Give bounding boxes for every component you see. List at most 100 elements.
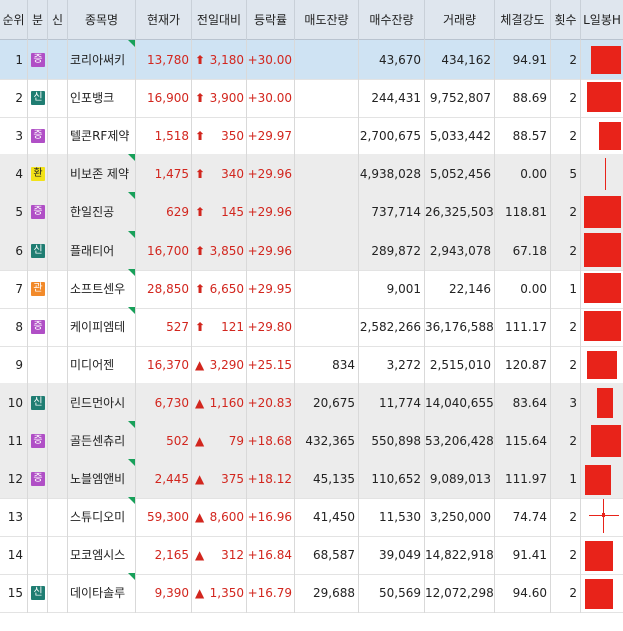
stock-name[interactable]: 텔콘RF제약 (70, 129, 129, 143)
count-cell: 1 (551, 459, 581, 500)
new-cell (48, 192, 68, 233)
candle-body (591, 46, 621, 74)
new-cell (48, 344, 68, 385)
category-cell: 신 (28, 230, 48, 271)
stock-name[interactable]: 미디어젠 (70, 358, 114, 372)
stock-name-cell[interactable]: 한일진공 (68, 192, 136, 233)
table-row[interactable]: 10 신 린드먼아시 6,730 ▲ 1,160 +20.83 20,675 11,774 14,… (0, 382, 623, 423)
table-row[interactable]: 11 증 골든센츄리 502 ▲ 79 +18.68 432,365 550,898 53,206… (0, 421, 623, 461)
table-row[interactable]: 8 증 케이피엠테 527 ⬆ 121 +29.80 2,582,266 36,176,588 1… (0, 306, 623, 347)
stock-name-cell[interactable]: 코리아써키 (68, 40, 136, 80)
header-rate[interactable]: 등락률 (247, 0, 295, 40)
header-name[interactable]: 종목명 (68, 0, 136, 40)
change-value: 121 (221, 319, 244, 334)
category-cell: 신 (28, 573, 48, 614)
stock-name[interactable]: 케이피엠테 (70, 320, 125, 334)
strength-cell: 67.18 (495, 230, 551, 271)
corner-marker-icon (128, 40, 135, 47)
bid-remaining-cell: 737,714 (359, 192, 425, 233)
stock-name[interactable]: 노블엠앤비 (70, 472, 125, 486)
table-row[interactable]: 3 증 텔콘RF제약 1,518 ⬆ 350 +29.97 2,700,675 5,033,44… (0, 116, 623, 157)
header-count[interactable]: 횟수 (551, 0, 581, 40)
stock-name[interactable]: 골든센츄리 (70, 434, 125, 448)
table-row[interactable]: 9 미디어젠 16,370 ▲ 3,290 +25.15 834 3,272 2,515,010… (0, 344, 623, 385)
stock-name-cell[interactable]: 노블엠앤비 (68, 459, 136, 500)
new-cell (48, 573, 68, 614)
new-cell (48, 421, 68, 461)
stock-name-cell[interactable]: 모코엠시스 (68, 535, 136, 576)
volume-cell: 2,943,078 (425, 230, 495, 271)
header-candle[interactable]: L일봉H (581, 0, 623, 40)
candle-body (587, 82, 621, 113)
rate-cell: +18.12 (247, 459, 295, 500)
rate-cell: +30.00 (247, 78, 295, 119)
table-row[interactable]: 6 신 플래티어 16,700 ⬆ 3,850 +29.96 289,872 2,943,078… (0, 230, 623, 271)
stock-name[interactable]: 스튜디오미 (70, 510, 125, 524)
change-cell: ⬆ 3,900 (192, 78, 247, 119)
ask-remaining-cell (295, 40, 359, 80)
upper-limit-arrow-icon: ⬆ (195, 281, 206, 296)
stock-name[interactable]: 소프트센우 (70, 282, 125, 296)
rank-cell: 6 (0, 230, 28, 271)
stock-name[interactable]: 코리아써키 (70, 53, 125, 67)
count-cell: 2 (551, 421, 581, 461)
table-row[interactable]: 4 환 비보존 제약 1,475 ⬆ 340 +29.96 4,938,028 5,052,45… (0, 154, 623, 195)
stock-name[interactable]: 한일진공 (70, 205, 114, 219)
stock-name-cell[interactable]: 미디어젠 (68, 344, 136, 385)
candle-body (584, 232, 621, 267)
header-volume[interactable]: 거래량 (425, 0, 495, 40)
table-row[interactable]: 1 증 코리아써키 13,780 ⬆ 3,180 +30.00 43,670 434,162 94… (0, 40, 623, 80)
stock-name-cell[interactable]: 골든센츄리 (68, 421, 136, 461)
stock-name-cell[interactable]: 린드먼아시 (68, 382, 136, 423)
header-price[interactable]: 현재가 (136, 0, 192, 40)
stock-name-cell[interactable]: 인포뱅크 (68, 78, 136, 119)
header-strength[interactable]: 체결강도 (495, 0, 551, 40)
ask-remaining-cell: 29,688 (295, 573, 359, 614)
stock-name[interactable]: 데이타솔루 (70, 586, 125, 600)
stock-name[interactable]: 린드먼아시 (70, 396, 125, 410)
candle-body (599, 122, 621, 151)
category-cell: 관 (28, 268, 48, 309)
header-change[interactable]: 전일대비 (192, 0, 247, 40)
category-badge: 신 (31, 586, 45, 601)
header-rank[interactable]: 순위 (0, 0, 28, 40)
table-row[interactable]: 5 증 한일진공 629 ⬆ 145 +29.96 737,714 26,325,503 118.… (0, 192, 623, 233)
header-new[interactable]: 신 (48, 0, 68, 40)
category-badge: 증 (31, 53, 45, 67)
header-ask-remaining[interactable]: 매도잔량 (295, 0, 359, 40)
stock-name[interactable]: 비보존 제약 (70, 167, 129, 181)
change-value: 340 (221, 167, 244, 182)
stock-name-cell[interactable]: 데이타솔루 (68, 573, 136, 614)
ask-remaining-cell (295, 192, 359, 233)
stock-name[interactable]: 모코엠시스 (70, 548, 125, 562)
bid-remaining-cell: 4,938,028 (359, 154, 425, 195)
stock-name-cell[interactable]: 비보존 제약 (68, 154, 136, 195)
rate-cell: +16.96 (247, 497, 295, 538)
stock-name[interactable]: 플래티어 (70, 244, 114, 258)
corner-marker-icon (128, 268, 135, 276)
stock-name-cell[interactable]: 플래티어 (68, 230, 136, 271)
stock-name-cell[interactable]: 텔콘RF제약 (68, 116, 136, 157)
stock-name-cell[interactable]: 케이피엠테 (68, 306, 136, 347)
strength-cell: 91.41 (495, 535, 551, 576)
stock-name[interactable]: 인포뱅크 (70, 91, 114, 105)
rank-cell: 13 (0, 497, 28, 538)
bid-remaining-cell: 550,898 (359, 421, 425, 461)
table-row[interactable]: 7 관 소프트센우 28,850 ⬆ 6,650 +29.95 9,001 22,146 0.00… (0, 268, 623, 309)
header-bid-remaining[interactable]: 매수잔량 (359, 0, 425, 40)
candle-body (587, 350, 617, 379)
header-category[interactable]: 분 (28, 0, 48, 40)
table-row[interactable]: 2 신 인포뱅크 16,900 ⬆ 3,900 +30.00 244,431 9,752,807… (0, 78, 623, 119)
table-row[interactable]: 13 스튜디오미 59,300 ▲ 8,600 +16.96 41,450 11,530 3,2… (0, 497, 623, 538)
price-cell: 1,518 (136, 116, 192, 157)
stock-name-cell[interactable]: 스튜디오미 (68, 497, 136, 538)
change-cell: ▲ 375 (192, 459, 247, 500)
rate-cell: +16.79 (247, 573, 295, 614)
up-triangle-icon: ▲ (195, 548, 205, 563)
stock-name-cell[interactable]: 소프트센우 (68, 268, 136, 309)
table-row[interactable]: 12 증 노블엠앤비 2,445 ▲ 375 +18.12 45,135 110,652 9,08… (0, 459, 623, 500)
table-row[interactable]: 15 신 데이타솔루 9,390 ▲ 1,350 +16.79 29,688 50,569 12,… (0, 573, 623, 614)
count-cell: 2 (551, 40, 581, 80)
count-cell: 2 (551, 497, 581, 538)
table-row[interactable]: 14 모코엠시스 2,165 ▲ 312 +16.84 68,587 39,049 14,822… (0, 535, 623, 576)
